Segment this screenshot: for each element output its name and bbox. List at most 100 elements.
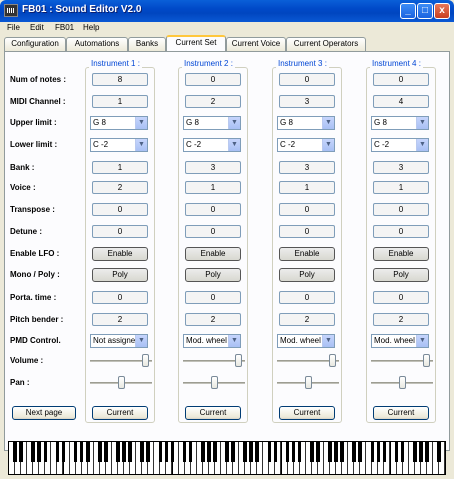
porta-time-value[interactable]: 0 [279, 291, 335, 304]
mono-poly-button[interactable]: Poly [92, 268, 148, 282]
pitch-bender-value[interactable]: 2 [92, 313, 148, 326]
black-key[interactable] [182, 442, 187, 462]
tab-banks[interactable]: Banks [128, 37, 166, 51]
slider-thumb[interactable] [211, 376, 218, 389]
title-bar[interactable]: FB01 : Sound Editor V2.0 _ □ x [0, 0, 454, 22]
tab-current-operators[interactable]: Current Operators [286, 37, 366, 51]
menu-file[interactable]: File [7, 23, 20, 32]
black-key[interactable] [243, 442, 247, 462]
slider-thumb[interactable] [118, 376, 125, 389]
volume-slider[interactable] [277, 354, 339, 368]
pitch-bender-value[interactable]: 2 [185, 313, 241, 326]
volume-slider[interactable] [183, 354, 245, 368]
black-key[interactable] [170, 442, 175, 462]
porta-time-value[interactable]: 0 [92, 291, 148, 304]
lfo-button[interactable]: Enable [279, 247, 335, 261]
transpose-value[interactable]: 0 [92, 203, 148, 216]
black-key[interactable] [37, 442, 42, 462]
black-key[interactable] [352, 442, 356, 462]
volume-slider[interactable] [371, 354, 433, 368]
black-key[interactable] [291, 442, 296, 462]
upper-limit-select[interactable]: G 8 ▼ [371, 116, 429, 130]
chevron-down-icon[interactable]: ▼ [416, 139, 428, 151]
chevron-down-icon[interactable]: ▼ [228, 139, 240, 151]
black-key[interactable] [188, 442, 193, 462]
chevron-down-icon[interactable]: ▼ [322, 117, 334, 129]
midi-channel-value[interactable]: 4 [373, 95, 429, 108]
chevron-down-icon[interactable]: ▼ [416, 117, 428, 129]
pan-slider[interactable] [90, 376, 152, 390]
black-key[interactable] [55, 442, 60, 462]
black-key[interactable] [140, 442, 145, 462]
black-key[interactable] [128, 442, 132, 462]
mono-poly-button[interactable]: Poly [279, 268, 335, 282]
black-key[interactable] [104, 442, 108, 462]
bank-value[interactable]: 1 [92, 161, 148, 174]
tab-configuration[interactable]: Configuration [4, 37, 66, 51]
current-button[interactable]: Current [373, 406, 429, 420]
black-key[interactable] [400, 442, 405, 462]
pitch-bender-value[interactable]: 2 [373, 313, 429, 326]
lower-limit-select[interactable]: C -2 ▼ [183, 138, 241, 152]
maximize-button[interactable]: □ [417, 3, 433, 19]
slider-thumb[interactable] [142, 354, 149, 367]
chevron-down-icon[interactable]: ▼ [322, 335, 334, 347]
upper-limit-select[interactable]: G 8 ▼ [90, 116, 148, 130]
midi-channel-value[interactable]: 3 [279, 95, 335, 108]
black-key[interactable] [231, 442, 235, 462]
pmd-control-select[interactable]: Not assignec ▼ [90, 334, 148, 348]
transpose-value[interactable]: 0 [185, 203, 241, 216]
mono-poly-button[interactable]: Poly [373, 268, 429, 282]
num-notes-value[interactable]: 0 [185, 73, 241, 86]
current-button[interactable]: Current [279, 406, 335, 420]
lfo-button[interactable]: Enable [185, 247, 241, 261]
black-key[interactable] [146, 442, 151, 462]
black-key[interactable] [425, 442, 429, 462]
porta-time-value[interactable]: 0 [373, 291, 429, 304]
chevron-down-icon[interactable]: ▼ [322, 139, 334, 151]
chevron-down-icon[interactable]: ▼ [228, 335, 240, 347]
black-key[interactable] [267, 442, 272, 462]
slider-thumb[interactable] [423, 354, 430, 367]
midi-channel-value[interactable]: 1 [92, 95, 148, 108]
detune-value[interactable]: 0 [185, 225, 241, 238]
lower-limit-select[interactable]: C -2 ▼ [90, 138, 148, 152]
black-key[interactable] [213, 442, 217, 462]
slider-thumb[interactable] [329, 354, 336, 367]
num-notes-value[interactable]: 0 [279, 73, 335, 86]
tab-automations[interactable]: Automations [66, 37, 128, 51]
chevron-down-icon[interactable]: ▼ [228, 117, 240, 129]
black-key[interactable] [122, 442, 126, 462]
black-key[interactable] [79, 442, 84, 462]
menu-help[interactable]: Help [83, 23, 99, 32]
piano-keyboard[interactable] [8, 441, 446, 475]
black-key[interactable] [376, 442, 381, 462]
voice-value[interactable]: 1 [185, 181, 241, 194]
black-key[interactable] [412, 442, 417, 462]
pmd-control-select[interactable]: Mod. wheel ▼ [277, 334, 335, 348]
black-key[interactable] [73, 442, 78, 462]
volume-slider[interactable] [90, 354, 152, 368]
black-key[interactable] [13, 442, 17, 462]
black-key[interactable] [61, 442, 66, 462]
upper-limit-select[interactable]: G 8 ▼ [277, 116, 335, 130]
pitch-bender-value[interactable]: 2 [279, 313, 335, 326]
black-key[interactable] [43, 442, 48, 462]
mono-poly-button[interactable]: Poly [185, 268, 241, 282]
num-notes-value[interactable]: 8 [92, 73, 148, 86]
bank-value[interactable]: 3 [185, 161, 241, 174]
current-button[interactable]: Current [185, 406, 241, 420]
minimize-button[interactable]: _ [400, 3, 416, 19]
slider-thumb[interactable] [305, 376, 312, 389]
black-key[interactable] [85, 442, 90, 462]
tab-current-set[interactable]: Current Set [166, 35, 226, 51]
black-key[interactable] [316, 442, 320, 462]
black-key[interactable] [273, 442, 278, 462]
black-key[interactable] [382, 442, 387, 462]
voice-value[interactable]: 1 [373, 181, 429, 194]
lfo-button[interactable]: Enable [92, 247, 148, 261]
midi-channel-value[interactable]: 2 [185, 95, 241, 108]
tab-current-voice[interactable]: Current Voice [226, 37, 286, 51]
bank-value[interactable]: 3 [373, 161, 429, 174]
black-key[interactable] [334, 442, 338, 462]
